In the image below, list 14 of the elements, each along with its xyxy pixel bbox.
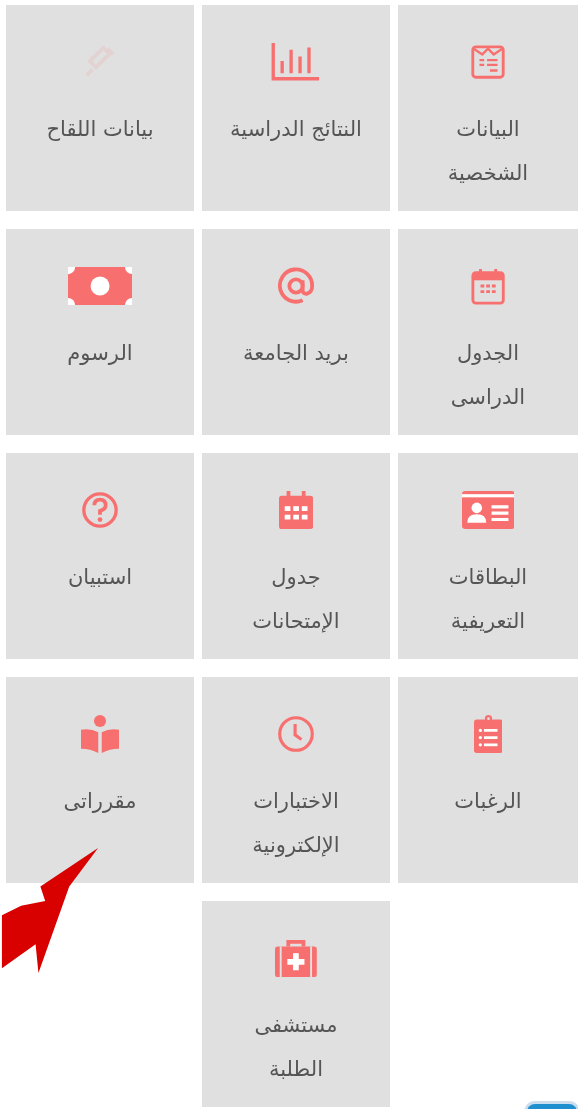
menu-tile[interactable]: البطاقات التعريفية [398,453,578,659]
menu-tile[interactable]: النتائج الدراسية [202,5,390,211]
menu-tile[interactable]: بريد الجامعة [202,229,390,435]
menu-tile[interactable]: استبيان [6,453,194,659]
menu-tile[interactable]: مستشفى الطلبة [202,901,390,1107]
menu-tile[interactable]: مقرراتى [6,677,194,883]
menu-tile[interactable]: بيانات اللقاح [6,5,194,211]
menu-tile[interactable]: الجدول الدراسى [398,229,578,435]
floating-button[interactable] [524,1101,578,1109]
menu-tile[interactable]: الاختبارات الإلكترونية [202,677,390,883]
menu-tile[interactable]: الرغبات [398,677,578,883]
menu-tile[interactable]: البيانات الشخصية [398,5,578,211]
menu-tile[interactable]: الرسوم [6,229,194,435]
menu-tile[interactable]: جدول الإمتحانات [202,453,390,659]
